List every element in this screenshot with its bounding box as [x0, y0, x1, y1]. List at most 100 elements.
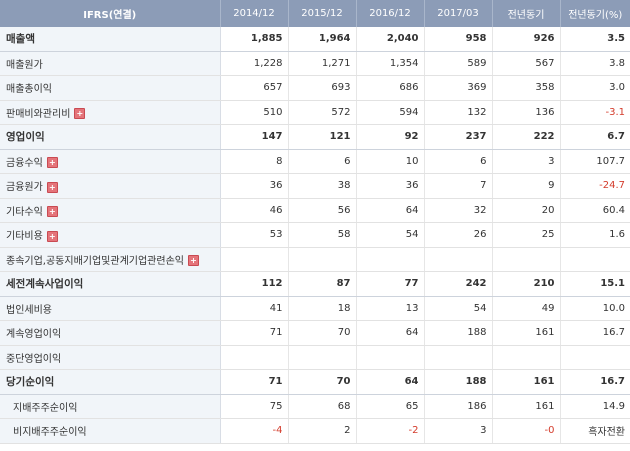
value-cell: 107.7: [560, 149, 630, 174]
header-2014-12: 2014/12: [220, 0, 289, 27]
row-label: 판매비와관리비: [6, 108, 71, 120]
value-cell: -3.1: [560, 100, 630, 125]
value-cell: [356, 345, 425, 370]
table-row: 중단영업이익: [0, 345, 630, 370]
header-2017-03: 2017/03: [424, 0, 493, 27]
value-cell: 210: [492, 271, 561, 297]
row-label-cell: 매출원가: [0, 51, 221, 76]
financial-statement-table: IFRS(연결) 2014/12 2015/12 2016/12 2017/03…: [0, 0, 630, 444]
table-row: 매출원가 1,228 1,271 1,354 589 567 3.8: [0, 51, 630, 76]
header-prev-year-pct: 전년동기(%): [560, 0, 630, 27]
row-label-cell: 법인세비용: [0, 296, 221, 321]
value-cell: 26: [424, 222, 493, 248]
plus-icon[interactable]: +: [74, 108, 86, 120]
plus-icon[interactable]: +: [46, 181, 58, 193]
value-cell: 54: [356, 222, 425, 248]
value-cell: [220, 247, 289, 272]
value-cell: 16.7: [560, 320, 630, 346]
value-cell: 1.6: [560, 222, 630, 248]
value-cell: 18: [288, 296, 357, 321]
row-label-cell: 매출총이익: [0, 75, 221, 101]
value-cell: 60.4: [560, 198, 630, 223]
table-row: 계속영업이익 71 70 64 188 161 16.7: [0, 320, 630, 346]
value-cell: 15.1: [560, 271, 630, 297]
row-label: 매출총이익: [6, 84, 52, 96]
table-row: 비지배주주순이익 -4 2 -2 3 -0 흑자전환: [0, 418, 630, 444]
plus-icon[interactable]: +: [46, 157, 58, 169]
value-cell: 510: [220, 100, 289, 125]
table-row: 법인세비용 41 18 13 54 49 10.0: [0, 296, 630, 321]
row-label-cell: 영업이익: [0, 124, 221, 150]
value-cell: 222: [492, 124, 561, 150]
value-cell: 38: [288, 173, 357, 199]
row-label: 매출원가: [6, 59, 43, 71]
row-label: 지배주주순이익: [13, 402, 78, 414]
row-label-cell: 세전계속사업이익: [0, 271, 221, 297]
plus-icon[interactable]: +: [46, 206, 58, 218]
row-label-cell[interactable]: 기타비용 +: [0, 222, 221, 248]
row-label-cell[interactable]: 판매비와관리비 +: [0, 100, 221, 125]
value-cell: 358: [492, 75, 561, 101]
value-cell: [288, 247, 357, 272]
plus-icon[interactable]: +: [187, 255, 199, 267]
value-cell: 1,228: [220, 51, 289, 76]
value-cell: 41: [220, 296, 289, 321]
header-ifrs: IFRS(연결): [0, 0, 221, 27]
table-row: 종속기업,공동지배기업및관계기업관련손익 +: [0, 247, 630, 272]
value-cell: 36: [356, 173, 425, 199]
value-cell: -2: [356, 418, 425, 444]
value-cell: 161: [492, 320, 561, 346]
value-cell: 1,964: [288, 27, 357, 52]
table-row: 당기순이익 71 70 64 188 161 16.7: [0, 369, 630, 395]
value-cell: 188: [424, 369, 493, 395]
value-cell: 10: [356, 149, 425, 174]
value-cell: 6.7: [560, 124, 630, 150]
value-cell: 369: [424, 75, 493, 101]
value-cell: 16.7: [560, 369, 630, 395]
row-label: 비지배주주순이익: [13, 427, 87, 439]
table-row: 기타수익 +46 56 64 32 20 60.4: [0, 198, 630, 223]
row-label-cell[interactable]: 종속기업,공동지배기업및관계기업관련손익 +: [0, 247, 221, 272]
value-cell: 65: [356, 394, 425, 419]
value-cell: 25: [492, 222, 561, 248]
table-row: 매출총이익 657 693 686 369 358 3.0: [0, 75, 630, 101]
value-cell: [424, 345, 493, 370]
value-cell: 6: [288, 149, 357, 174]
value-cell: 572: [288, 100, 357, 125]
value-cell: 1,885: [220, 27, 289, 52]
row-label-cell: 중단영업이익: [0, 345, 221, 370]
value-cell: 2,040: [356, 27, 425, 52]
value-cell: 46: [220, 198, 289, 223]
row-label: 세전계속사업이익: [6, 278, 84, 291]
value-cell: 10.0: [560, 296, 630, 321]
value-cell: 237: [424, 124, 493, 150]
value-cell: 121: [288, 124, 357, 150]
value-cell: 657: [220, 75, 289, 101]
value-cell: -24.7: [560, 173, 630, 199]
plus-icon[interactable]: +: [46, 230, 58, 242]
value-cell: [560, 345, 630, 370]
row-label-cell[interactable]: 금융원가 +: [0, 173, 221, 199]
row-label: 계속영업이익: [6, 329, 62, 341]
row-label: 영업이익: [6, 131, 45, 144]
value-cell: 70: [288, 320, 357, 346]
header-2016-12: 2016/12: [356, 0, 425, 27]
value-cell: 71: [220, 369, 289, 395]
table-row: 영업이익 147 121 92 237 222 6.7: [0, 124, 630, 150]
row-label: 중단영업이익: [6, 353, 62, 365]
value-cell: 77: [356, 271, 425, 297]
row-label: 금융원가: [6, 182, 43, 194]
row-label-cell: 지배주주순이익: [0, 394, 221, 419]
table-row: 지배주주순이익 75 68 65 186 161 14.9: [0, 394, 630, 419]
row-label-cell[interactable]: 기타수익 +: [0, 198, 221, 223]
value-cell: 594: [356, 100, 425, 125]
value-cell: [424, 247, 493, 272]
row-label-cell[interactable]: 금융수익 +: [0, 149, 221, 174]
value-cell: 686: [356, 75, 425, 101]
value-cell: 1,271: [288, 51, 357, 76]
row-label-cell: 당기순이익: [0, 369, 221, 395]
value-cell: 20: [492, 198, 561, 223]
value-cell: 70: [288, 369, 357, 395]
value-cell: 132: [424, 100, 493, 125]
value-cell: 3.8: [560, 51, 630, 76]
